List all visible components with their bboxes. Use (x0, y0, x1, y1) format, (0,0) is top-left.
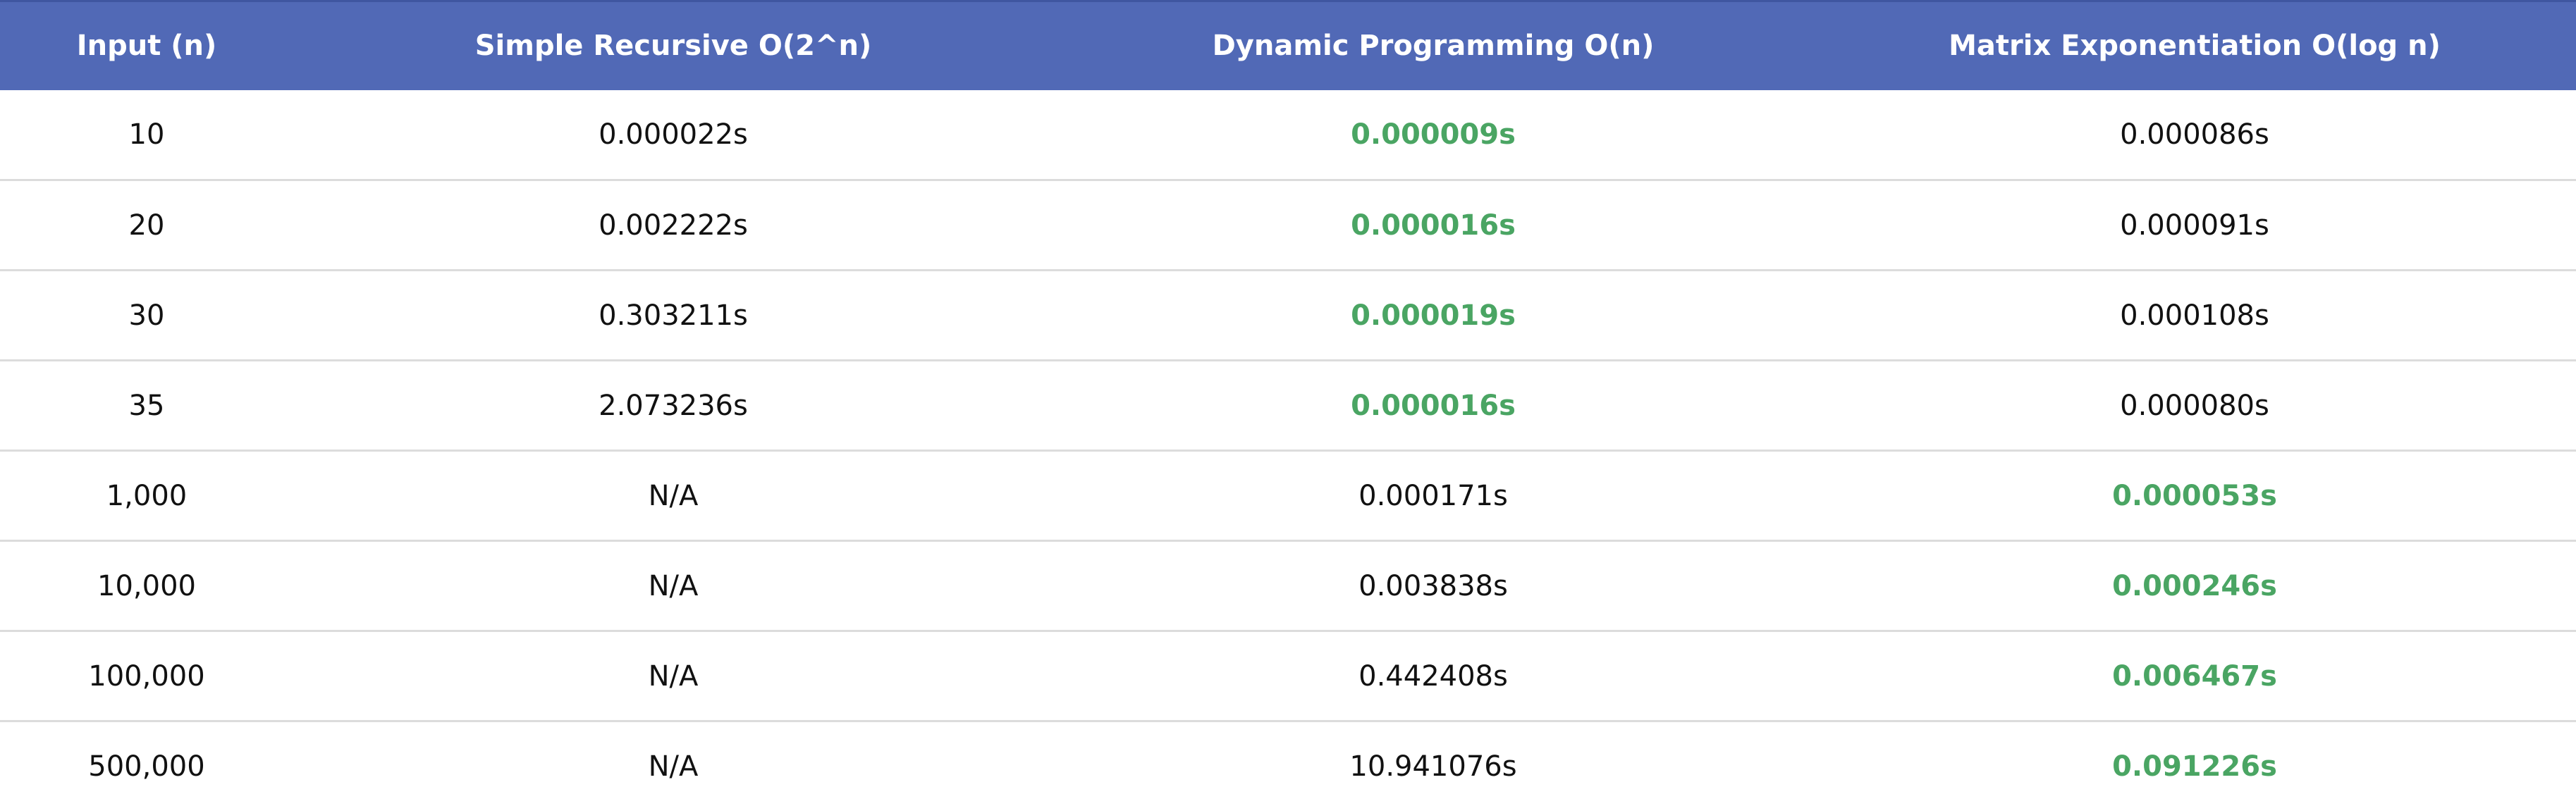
dp-time-cell: 10.941076s (1053, 721, 1813, 806)
table-row: 20 0.002222s 0.000016s 0.000091s (0, 180, 2576, 271)
column-header-simple-recursive: Simple Recursive O(2^n) (293, 0, 1053, 90)
matrix-time-cell: 0.000080s (1813, 360, 2576, 451)
column-header-input: Input (n) (0, 0, 293, 90)
table-row: 500,000 N/A 10.941076s 0.091226s (0, 721, 2576, 806)
recursive-time-cell: N/A (293, 450, 1053, 541)
table-row: 10,000 N/A 0.003838s 0.000246s (0, 540, 2576, 631)
matrix-time-cell: 0.091226s (1813, 721, 2576, 806)
input-cell: 10 (0, 89, 293, 180)
table-row: 100,000 N/A 0.442408s 0.006467s (0, 631, 2576, 721)
table-body: 10 0.000022s 0.000009s 0.000086s 20 0.00… (0, 89, 2576, 806)
recursive-time-cell: 0.002222s (293, 180, 1053, 271)
recursive-time-cell: N/A (293, 540, 1053, 631)
table-header: Input (n) Simple Recursive O(2^n) Dynami… (0, 0, 2576, 90)
recursive-time-cell: N/A (293, 721, 1053, 806)
dp-time-cell: 0.000009s (1053, 89, 1813, 180)
recursive-time-cell: 0.303211s (293, 270, 1053, 361)
matrix-time-cell: 0.000086s (1813, 89, 2576, 180)
recursive-time-cell: 2.073236s (293, 360, 1053, 451)
input-cell: 30 (0, 270, 293, 361)
column-header-matrix-exponentiation: Matrix Exponentiation O(log n) (1813, 0, 2576, 90)
input-cell: 1,000 (0, 450, 293, 541)
dp-time-cell: 0.000171s (1053, 450, 1813, 541)
dp-time-cell: 0.000016s (1053, 360, 1813, 451)
dp-time-cell: 0.003838s (1053, 540, 1813, 631)
table-row: 10 0.000022s 0.000009s 0.000086s (0, 89, 2576, 180)
dp-time-cell: 0.000019s (1053, 270, 1813, 361)
input-cell: 10,000 (0, 540, 293, 631)
input-cell: 20 (0, 180, 293, 271)
benchmark-table: Input (n) Simple Recursive O(2^n) Dynami… (0, 0, 2576, 806)
table-row: 30 0.303211s 0.000019s 0.000108s (0, 270, 2576, 361)
table-row: 35 2.073236s 0.000016s 0.000080s (0, 360, 2576, 451)
header-row: Input (n) Simple Recursive O(2^n) Dynami… (0, 0, 2576, 90)
dp-time-cell: 0.000016s (1053, 180, 1813, 271)
column-header-dynamic-programming: Dynamic Programming O(n) (1053, 0, 1813, 90)
input-cell: 100,000 (0, 631, 293, 721)
dp-time-cell: 0.442408s (1053, 631, 1813, 721)
recursive-time-cell: N/A (293, 631, 1053, 721)
table-row: 1,000 N/A 0.000171s 0.000053s (0, 450, 2576, 541)
matrix-time-cell: 0.000108s (1813, 270, 2576, 361)
input-cell: 35 (0, 360, 293, 451)
matrix-time-cell: 0.000091s (1813, 180, 2576, 271)
matrix-time-cell: 0.006467s (1813, 631, 2576, 721)
benchmark-table-container: Input (n) Simple Recursive O(2^n) Dynami… (0, 0, 2576, 806)
matrix-time-cell: 0.000246s (1813, 540, 2576, 631)
input-cell: 500,000 (0, 721, 293, 806)
matrix-time-cell: 0.000053s (1813, 450, 2576, 541)
recursive-time-cell: 0.000022s (293, 89, 1053, 180)
